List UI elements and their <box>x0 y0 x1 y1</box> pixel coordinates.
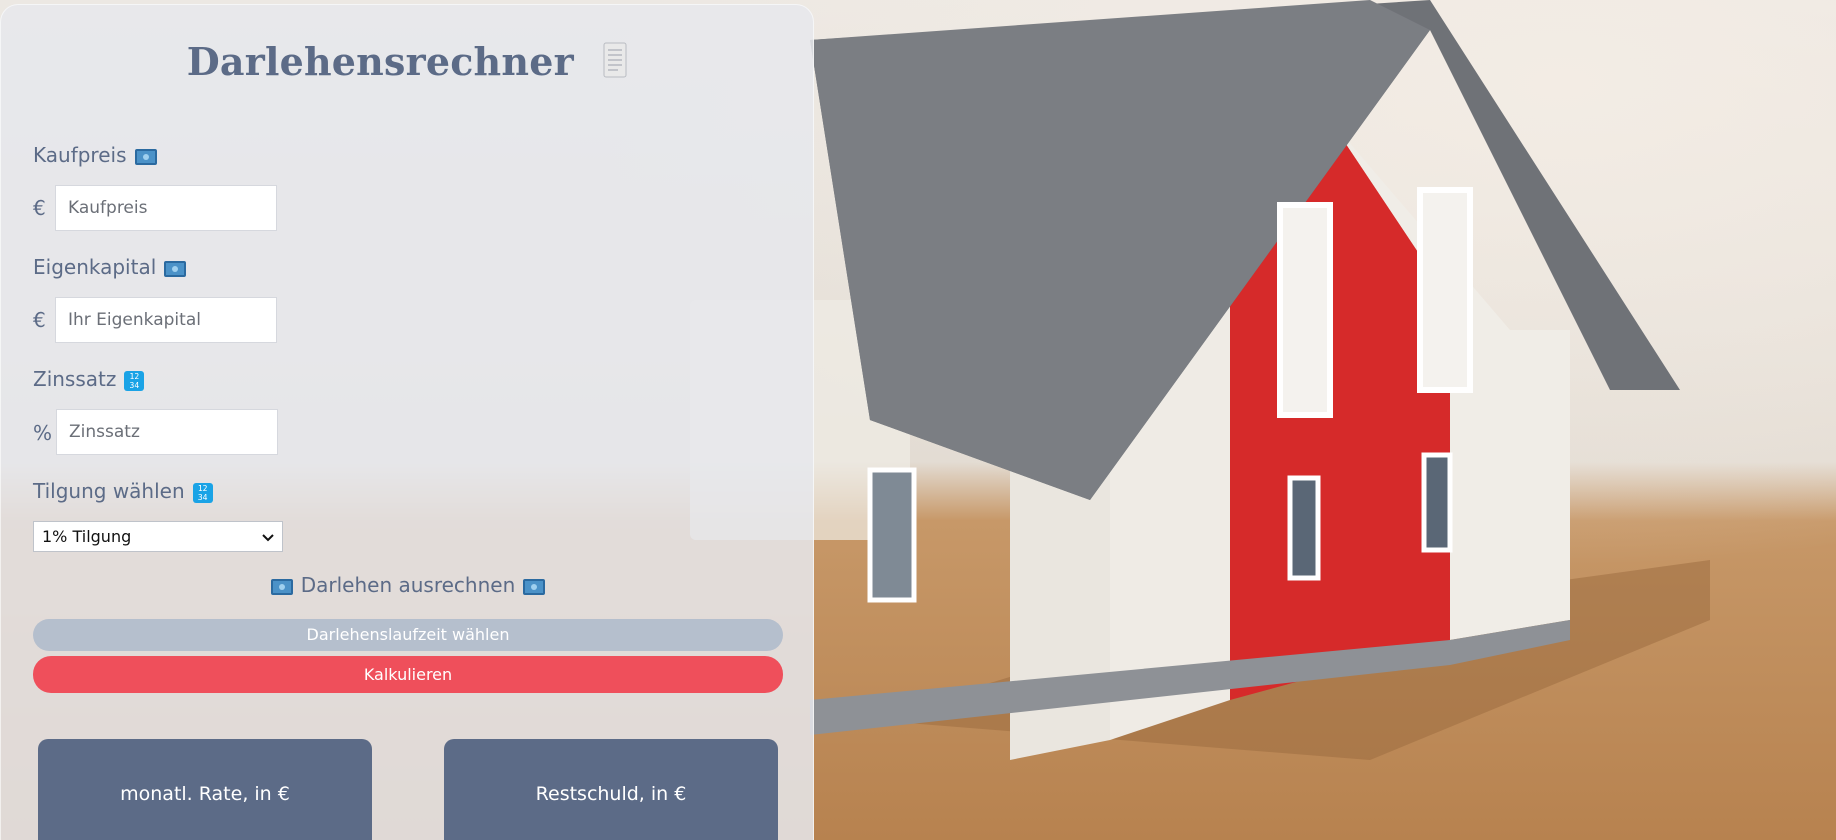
keypad-numbers-icon: 12 34 <box>124 370 145 391</box>
purchase-price-unit: € <box>33 196 46 220</box>
equity-unit: € <box>33 308 46 332</box>
remaining-debt-label: Restschuld, in € <box>535 783 687 805</box>
calculate-heading: Darlehen ausrechnen <box>1 573 815 597</box>
house-model-image <box>810 0 1710 840</box>
keypad-numbers-icon: 12 34 <box>192 482 213 503</box>
money-icon <box>164 260 187 277</box>
repayment-select[interactable]: 1% Tilgung <box>33 521 283 552</box>
repayment-label-text: Tilgung wählen <box>33 479 185 503</box>
equity-input[interactable] <box>55 297 277 343</box>
purchase-price-input[interactable] <box>55 185 277 231</box>
repayment-select-value: 1% Tilgung <box>42 527 132 546</box>
equity-label: Eigenkapital <box>33 255 187 279</box>
interest-label-text: Zinssatz <box>33 367 117 391</box>
monthly-rate-card: monatl. Rate, in € <box>38 739 372 840</box>
purchase-price-label-text: Kaufpreis <box>33 143 127 167</box>
money-icon <box>270 578 293 595</box>
interest-label: Zinssatz 12 34 <box>33 367 145 391</box>
interest-input[interactable] <box>56 409 278 455</box>
money-icon <box>523 578 546 595</box>
remaining-debt-card: Restschuld, in € <box>444 739 778 840</box>
page-title: Darlehensrechner <box>1 39 815 90</box>
receipt-icon <box>601 41 629 90</box>
interest-unit: % <box>33 421 53 445</box>
calculate-heading-text: Darlehen ausrechnen <box>300 573 516 597</box>
repayment-label: Tilgung wählen 12 34 <box>33 479 213 503</box>
page-title-text: Darlehensrechner <box>186 39 574 84</box>
chevron-down-icon <box>262 527 274 546</box>
equity-label-text: Eigenkapital <box>33 255 157 279</box>
loan-calculator-panel: Darlehensrechner Kaufpreis € Eigenkapita… <box>0 4 814 840</box>
monthly-rate-label: monatl. Rate, in € <box>120 783 290 805</box>
calculate-button[interactable]: Kalkulieren <box>33 656 783 693</box>
money-icon <box>134 148 157 165</box>
loan-term-button[interactable]: Darlehenslaufzeit wählen <box>33 619 783 651</box>
purchase-price-label: Kaufpreis <box>33 143 157 167</box>
